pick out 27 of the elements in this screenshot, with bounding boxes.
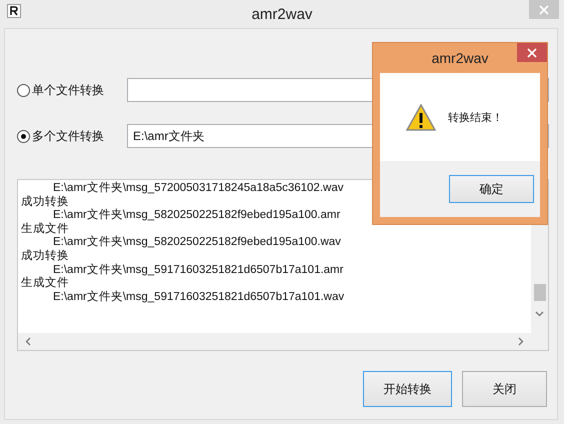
scroll-thumb[interactable]: [534, 284, 546, 301]
log-line: 成功转换: [21, 196, 69, 210]
chevron-down-icon[interactable]: [535, 309, 544, 318]
close-button[interactable]: 关闭: [462, 371, 547, 407]
dialog-message: 转换结束！: [448, 110, 503, 124]
log-line: E:\amr文件夹\msg_59171603251821d6507b17a101.wav: [53, 290, 344, 304]
log-line: E:\amr文件夹\msg_5820250225182f9ebed195a100.wav: [53, 236, 341, 250]
log-line: E:\amr文件夹\msg_59171603251821d6507b17a101.amr: [53, 264, 344, 276]
start-button[interactable]: 开始转换: [363, 371, 452, 407]
dialog-title: amr2wav: [432, 50, 488, 66]
log-line: 成功转换: [21, 250, 69, 264]
close-icon[interactable]: [527, 48, 537, 58]
radio-button[interactable]: [17, 84, 30, 96]
chevron-right-icon[interactable]: [516, 337, 525, 346]
log-line: 生成文件: [21, 277, 69, 291]
warning-icon: [406, 104, 436, 130]
log-line: 生成文件: [21, 222, 69, 236]
radio-option[interactable]: 单个文件转换: [17, 82, 127, 98]
app-icon: [7, 4, 21, 18]
log-line: E:\amr文件夹\msg_5820250225182f9ebed195a100.amr: [53, 209, 340, 222]
radio-button[interactable]: [17, 130, 30, 142]
chevron-left-icon[interactable]: [24, 337, 33, 346]
window-title: amr2wav: [252, 6, 312, 22]
dialog-close-button[interactable]: [517, 43, 547, 62]
ok-button[interactable]: 确定: [449, 175, 534, 203]
radio-option[interactable]: 多个文件转换: [17, 128, 127, 144]
log-line: E:\amr文件夹\msg_572005031718245a18a5c36102.wav: [53, 182, 344, 196]
